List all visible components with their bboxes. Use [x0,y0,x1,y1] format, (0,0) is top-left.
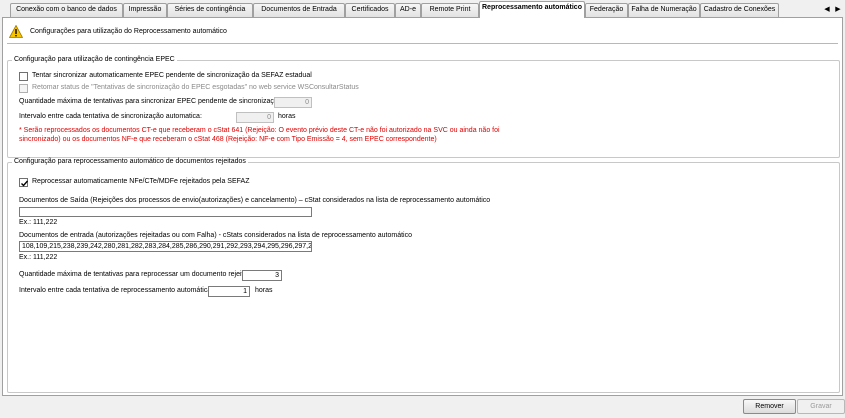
tab-certificados[interactable]: Certificados [345,3,395,17]
tab-impressao[interactable]: Impressão [123,3,167,17]
epec-interval-label: Intervalo entre cada tentativa de sincro… [19,113,202,120]
notice-banner: Configurações para utilização do Reproce… [7,23,838,43]
rejected-interval-input[interactable]: 1 [208,286,250,297]
saida-input[interactable] [19,207,312,217]
rejected-interval-label: Intervalo entre cada tentativa de reproc… [19,287,214,294]
rejected-group: Configuração para reprocessamento automá… [7,158,840,393]
tab-federacao[interactable]: Federação [585,3,628,17]
tab-conexao-banco[interactable]: Conexão com o banco de dados [10,3,123,17]
tab-documentos-entrada[interactable]: Documentos de Entrada [253,3,345,17]
entrada-label: Documentos de entrada (autorizações reje… [19,232,412,239]
notice-text: Configurações para utilização do Reproce… [30,28,227,35]
epec-note-line1: * Serão reprocessados os documentos CT-e… [19,127,500,134]
tab-scroll-right-icon[interactable]: ▶ [833,4,843,15]
remove-button[interactable]: Remover [743,399,796,414]
footer-bar: Remover Gravar [0,396,845,418]
saida-label: Documentos de Saída (Rejeições dos proce… [19,197,491,204]
epec-group: Configuração para utilização de contingê… [7,56,840,158]
tab-remote-print[interactable]: Remote Print [421,3,479,17]
entrada-input[interactable]: 108,109,215,238,239,242,280,281,282,283,… [19,241,312,252]
notice-separator [7,43,838,44]
rejected-auto-checkbox[interactable] [19,178,29,187]
epec-sync-label: Tentar sincronizar automaticamente EPEC … [32,72,312,79]
rejected-interval-unit: horas [255,287,273,294]
checkmark-icon [21,180,29,187]
rejected-max-input[interactable]: 3 [242,270,282,281]
tab-content-panel: Configurações para utilização do Reproce… [2,17,843,396]
tab-series-contingencia[interactable]: Séries de contingência [167,3,253,17]
epec-interval-input[interactable]: 0 [236,112,274,123]
tab-strip: Conexão com o banco de dados Impressão S… [0,0,845,18]
rejected-group-title: Configuração para reprocessamento automá… [12,158,248,165]
tab-scroll-left-icon[interactable]: ◀ [822,4,832,15]
epec-retomar-label: Retomar status de "Tentativas de sincron… [32,84,359,91]
tab-ad-e[interactable]: AD-e [395,3,421,17]
tab-reprocessamento-automatico[interactable]: Reprocessamento automático [479,1,585,18]
epec-max-input[interactable]: 0 [274,97,312,108]
epec-interval-unit: horas [278,113,296,120]
epec-sync-checkbox[interactable] [19,72,28,81]
tab-cadastro-conexoes[interactable]: Cadastro de Conexões [700,3,779,17]
epec-max-label: Quantidade máxima de tentativas para sin… [19,98,284,105]
epec-note-line2: sincronizado) ou os documentos NF-e que … [19,136,437,143]
tab-falha-numeracao[interactable]: Falha de Numeração [628,3,700,17]
rejected-auto-label: Reprocessar automaticamente NFe/CTe/MDFe… [32,178,250,185]
saida-example: Ex.: 111,222 [19,219,58,226]
rejected-max-label: Quantidade máxima de tentativas para rep… [19,271,258,278]
epec-group-title: Configuração para utilização de contingê… [12,56,177,63]
warning-icon [9,25,23,38]
save-button[interactable]: Gravar [797,399,845,414]
epec-retomar-checkbox[interactable] [19,84,28,93]
entrada-example: Ex.: 111,222 [19,254,58,261]
